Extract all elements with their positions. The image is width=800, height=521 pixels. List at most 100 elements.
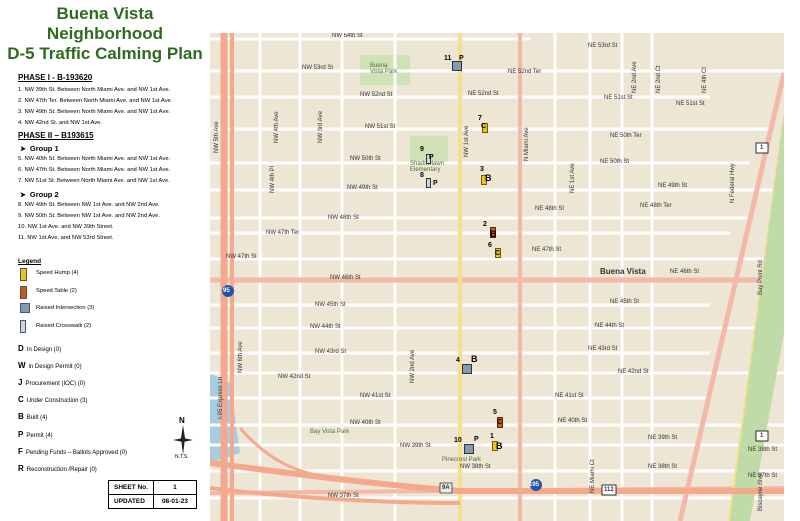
raised-intersection-marker[interactable]	[464, 444, 474, 454]
legend-heading: Legend	[18, 258, 42, 265]
street-label: NE 50th Ter	[610, 133, 642, 139]
street-label: NE 43rd St	[588, 346, 618, 352]
street-label: NE 38th St	[648, 464, 678, 470]
legend-raised-intersection: Raised Intersection (3)	[36, 305, 95, 311]
status-label: Procurement (IOC) (0)	[25, 381, 86, 387]
group2-item: 11. NW 1st Ave. and NW 53rd Street.	[18, 235, 114, 241]
park-label: Bay Vista Park	[310, 429, 350, 435]
status-built: B Built (4)	[18, 412, 47, 421]
status-label: Under Construction (3)	[26, 398, 88, 404]
interstate-shield: 95	[223, 288, 230, 294]
raised-crosswalk-marker[interactable]	[426, 178, 431, 188]
nts-note: N.T.S.	[175, 454, 189, 460]
street-label: NW 42nd St	[278, 374, 311, 380]
status-label: Pending Funds – Ballots Approved (0)	[25, 450, 127, 456]
street-label: NE 52nd St	[468, 91, 499, 97]
marker-code: B	[496, 441, 503, 451]
street-label: NE 42nd St	[618, 369, 649, 375]
street-label: NE 39th St	[648, 435, 678, 441]
updated-date: 08-01-23	[152, 494, 197, 509]
street-label: NW 51st St	[365, 124, 396, 130]
marker-number: 5	[493, 409, 497, 416]
status-code: P	[18, 430, 24, 439]
marker-number: 4	[456, 357, 460, 364]
street-label: NE 46th St	[670, 269, 700, 275]
status-code: R	[18, 464, 24, 473]
status-code: F	[18, 447, 23, 456]
marker-code: B	[485, 173, 492, 183]
street-label: NW 45th St	[315, 302, 346, 308]
avenue-label: NE 1st Ave	[570, 163, 576, 193]
phase1-item: 4. NW 42nd St. and NW 1st Ave.	[18, 120, 102, 126]
sheet-number: 1	[152, 480, 197, 495]
street-label: NE 51st St	[676, 101, 705, 107]
avenue-label: NW 2nd Ave	[410, 349, 416, 383]
street-label: NW 47th Ter	[266, 230, 300, 236]
raised-intersection-marker[interactable]	[452, 61, 462, 71]
speed-hump-icon	[20, 268, 27, 281]
marker-code: C	[481, 123, 487, 130]
avenue-label: NW 3rd Ave	[318, 111, 324, 143]
marker-number: 8	[420, 172, 424, 179]
group1-label: ➤ Group 1	[20, 144, 59, 153]
status-reconstruction: R Reconstruction /Repair (0)	[18, 464, 97, 473]
street-label: NW 44th St	[310, 324, 341, 330]
street-label: NW 50th St	[350, 156, 381, 162]
marker-code: C	[495, 250, 501, 257]
group2-label: ➤ Group 2	[20, 190, 59, 199]
status-label: Built (4)	[26, 415, 48, 421]
street-label: NW 48th St	[328, 215, 359, 221]
area-label: Buena Vista	[600, 267, 646, 276]
street-label: NE 51st St	[604, 95, 633, 101]
group2-item: 9. NW 50th St. Between NW 1st Ave. and N…	[18, 213, 160, 219]
raised-intersection-marker[interactable]	[462, 364, 472, 374]
table-row: UPDATED 08-01-23	[108, 494, 197, 509]
status-label: Reconstruction /Repair (0)	[26, 467, 97, 473]
marker-number: 2	[483, 221, 487, 228]
group1-text: Group 1	[29, 144, 59, 153]
street-label: NE 49th St	[658, 183, 688, 189]
street-label: NW 46th St	[330, 275, 361, 281]
legend-raised-crosswalk: Raised Crosswalk (2)	[36, 323, 92, 329]
park-label: Buena Vista Park	[370, 63, 398, 75]
street-label: NE 52nd Ter	[508, 69, 542, 75]
marker-code: P	[459, 55, 464, 62]
status-label: Permit (4)	[26, 433, 53, 439]
raised-intersection-icon	[20, 303, 30, 313]
avenue-label: NW 4th Pl	[270, 165, 276, 193]
title-line-2: Neighborhood	[46, 24, 164, 43]
street-label: NE 48th St	[535, 206, 565, 212]
title-line-1: Buena Vista	[56, 4, 154, 23]
route-shield: 9A	[442, 485, 450, 491]
street-label: NE 47th St	[532, 247, 562, 253]
route-shield: 112	[604, 487, 614, 493]
status-pending-funds: F Pending Funds – Ballots Approved (0)	[18, 447, 127, 456]
status-construction: C Under Construction (3)	[18, 395, 87, 404]
status-code: D	[18, 344, 24, 353]
street-label: NE 48th Ter	[640, 203, 672, 209]
marker-number: 7	[478, 115, 482, 122]
marker-number: 3	[480, 166, 484, 173]
status-design: D In Design (0)	[18, 344, 61, 353]
arrow-bullet-icon: ➤	[20, 192, 26, 199]
group1-item: 7. NW 51st St. Between North Miami Ave. …	[18, 178, 170, 184]
marker-code: P	[474, 436, 479, 443]
marker-code: C	[497, 419, 503, 426]
marker-number: 6	[488, 242, 492, 249]
group2-item: 10. NW 1st Ave. and NW 39th Street.	[18, 224, 114, 230]
avenue-label: N Miami Ave	[524, 127, 530, 161]
street-label: NW 49th St	[347, 185, 378, 191]
raised-crosswalk-icon	[20, 320, 26, 333]
park-label: Pinecrest Park	[442, 457, 482, 463]
marker-number: 10	[454, 437, 462, 444]
status-permit: P Permit (4)	[18, 430, 53, 439]
street-label: NW 54th St	[332, 33, 363, 39]
avenue-label: NW 1st Ave	[464, 125, 470, 157]
avenue-label: Biscayne Blvd	[758, 473, 764, 511]
street-label: NW 38th St	[460, 464, 491, 470]
table-row: SHEET No. 1	[108, 480, 197, 495]
speed-table-icon	[20, 286, 27, 299]
status-code: J	[18, 378, 23, 387]
avenue-label: NW 5th Ave	[214, 121, 220, 153]
street-map[interactable]: NW 54th St NW 53rd St NW 52nd St NW 51st…	[210, 33, 784, 521]
